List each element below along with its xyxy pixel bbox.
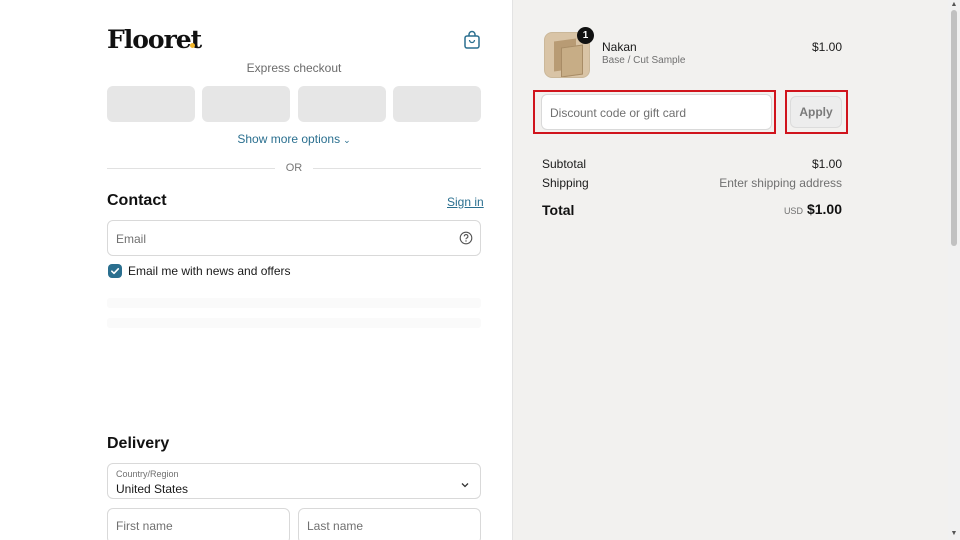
newsletter-label[interactable]: Email me with news and offers — [128, 264, 291, 278]
show-more-options-link[interactable]: Show more options ⌄ — [107, 132, 481, 146]
total-value-group: USD $1.00 — [784, 201, 842, 219]
total-label: Total — [542, 202, 575, 218]
country-label: Country/Region — [116, 469, 179, 479]
express-pay-button-1[interactable] — [107, 86, 195, 122]
product-price: $1.00 — [811, 40, 842, 54]
chevron-down-icon — [460, 477, 470, 488]
first-name-placeholder: First name — [116, 519, 173, 533]
checkmark-icon — [111, 268, 120, 275]
scrollbar-thumb[interactable] — [951, 10, 957, 246]
logo-accent-dot — [190, 43, 195, 48]
scroll-up-arrow-icon[interactable]: ▲ — [950, 1, 958, 9]
placeholder-bar-2 — [107, 318, 481, 328]
sign-in-link[interactable]: Sign in — [447, 195, 484, 209]
discount-placeholder: Discount code or gift card — [550, 106, 687, 120]
total-amount: $1.00 — [806, 201, 842, 217]
question-circle-icon[interactable] — [459, 231, 473, 245]
country-select[interactable]: Country/Region United States — [107, 463, 481, 499]
contact-title: Contact — [107, 192, 167, 209]
total-currency: USD — [783, 206, 803, 216]
product-variant: Base / Cut Sample — [602, 55, 686, 66]
newsletter-checkbox[interactable] — [108, 264, 122, 278]
email-field[interactable]: Email — [107, 220, 481, 256]
order-summary-column — [512, 0, 948, 540]
last-name-placeholder: Last name — [307, 519, 364, 533]
page-scrollbar[interactable]: ▲ ▼ — [948, 0, 960, 540]
scroll-down-arrow-icon[interactable]: ▼ — [950, 530, 958, 538]
shopping-bag-icon[interactable] — [463, 30, 481, 50]
subtotal-value: $1.00 — [811, 157, 842, 171]
divider-right — [313, 168, 481, 169]
express-pay-button-4[interactable] — [393, 86, 481, 122]
chevron-down-icon: ⌄ — [343, 135, 351, 145]
quantity-badge: 1 — [577, 27, 594, 44]
divider-left — [107, 168, 275, 169]
express-pay-button-2[interactable] — [202, 86, 290, 122]
apply-button[interactable]: Apply — [790, 96, 842, 128]
express-checkout-label: Express checkout — [246, 61, 342, 75]
shipping-value: Enter shipping address — [719, 176, 842, 190]
subtotal-label: Subtotal — [542, 157, 587, 171]
brand-logo[interactable]: Flooret — [107, 25, 202, 54]
delivery-title: Delivery — [107, 435, 170, 452]
express-pay-button-3[interactable] — [298, 86, 386, 122]
placeholder-bar-1 — [107, 298, 481, 308]
or-divider-text: OR — [285, 162, 303, 174]
discount-code-input[interactable]: Discount code or gift card — [541, 94, 772, 130]
product-name: Nakan — [602, 40, 637, 54]
last-name-field[interactable]: Last name — [298, 508, 481, 540]
first-name-field[interactable]: First name — [107, 508, 290, 540]
shipping-label: Shipping — [542, 176, 589, 190]
email-placeholder: Email — [116, 232, 147, 246]
show-more-label: Show more options — [237, 132, 341, 146]
country-value: United States — [116, 482, 189, 496]
product-image-panel — [561, 44, 583, 77]
